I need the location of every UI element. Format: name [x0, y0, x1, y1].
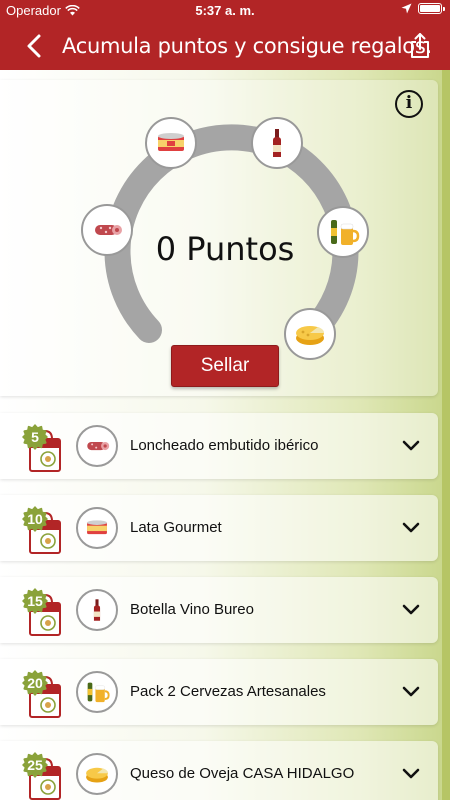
points-total: 0 Puntos	[155, 230, 295, 268]
cheese-icon	[296, 326, 325, 345]
cheese-icon	[86, 767, 108, 783]
beer-icon	[331, 220, 360, 245]
arc-reward-cheese	[284, 308, 336, 360]
chevron-down-icon[interactable]	[402, 765, 420, 783]
reward-thumbnail	[76, 589, 118, 631]
reward-name: Loncheado embutido ibérico	[130, 437, 319, 454]
reward-name: Lata Gourmet	[130, 519, 222, 536]
reward-item[interactable]: 20 Pack 2 Cervezas Artesanales	[0, 659, 438, 725]
beer-icon	[87, 682, 110, 703]
reward-item[interactable]: 15 Botella Vino Bureo	[0, 577, 438, 643]
status-bar: Operador 5:37 a. m.	[0, 0, 450, 22]
reward-name: Pack 2 Cervezas Artesanales	[130, 683, 326, 700]
chevron-down-icon[interactable]	[402, 437, 420, 455]
wine-bottle-icon	[273, 129, 281, 157]
arc-reward-wine-bottle	[251, 117, 303, 169]
gourmet-can-icon	[87, 520, 107, 535]
sausage-icon	[95, 225, 122, 235]
reward-item[interactable]: 10 Lata Gourmet	[0, 495, 438, 561]
navigation-bar: Acumula puntos y consigue regalos.	[0, 22, 450, 70]
reward-thumbnail	[76, 753, 118, 795]
reward-item[interactable]: 5 Loncheado embutido ibérico	[0, 413, 438, 479]
reward-name: Queso de Oveja CASA HIDALGO	[130, 765, 355, 782]
chevron-down-icon[interactable]	[402, 519, 420, 537]
chevron-left-icon[interactable]	[22, 32, 48, 60]
seal-button[interactable]: Sellar	[171, 345, 279, 387]
reward-thumbnail	[76, 507, 118, 549]
reward-name: Botella Vino Bureo	[130, 601, 254, 618]
location-arrow-icon	[401, 3, 412, 14]
reward-thumbnail	[76, 671, 118, 713]
chevron-down-icon[interactable]	[402, 601, 420, 619]
arc-reward-gourmet-can	[145, 117, 197, 169]
wine-bottle-icon	[93, 599, 101, 621]
battery-icon	[418, 3, 445, 14]
chevron-down-icon[interactable]	[402, 683, 420, 701]
arc-reward-sausage	[81, 204, 133, 256]
reward-thumbnail	[76, 425, 118, 467]
reward-item[interactable]: 25 Queso de Oveja CASA HIDALGO	[0, 741, 438, 800]
arc-reward-beer	[317, 206, 369, 258]
page-title: Acumula puntos y consigue regalos.	[62, 34, 432, 58]
gourmet-can-icon	[158, 133, 184, 151]
sausage-icon	[87, 441, 110, 451]
status-time: 5:37 a. m.	[195, 3, 255, 18]
share-icon[interactable]	[408, 32, 432, 60]
